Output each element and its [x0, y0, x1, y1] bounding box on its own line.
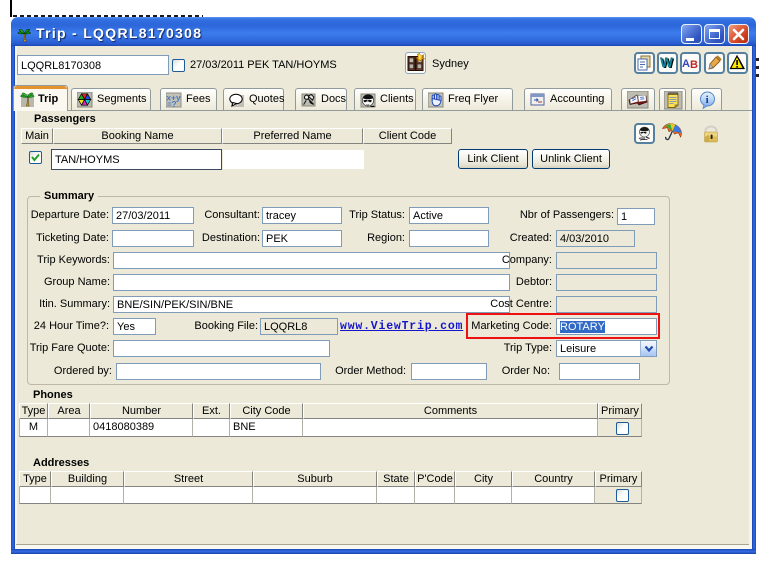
svg-text:W: W: [661, 55, 674, 70]
svg-text:=?: =?: [167, 100, 177, 108]
svg-text:i: i: [706, 94, 709, 106]
svg-text:B: B: [690, 59, 698, 71]
svg-text:A: A: [682, 58, 690, 70]
